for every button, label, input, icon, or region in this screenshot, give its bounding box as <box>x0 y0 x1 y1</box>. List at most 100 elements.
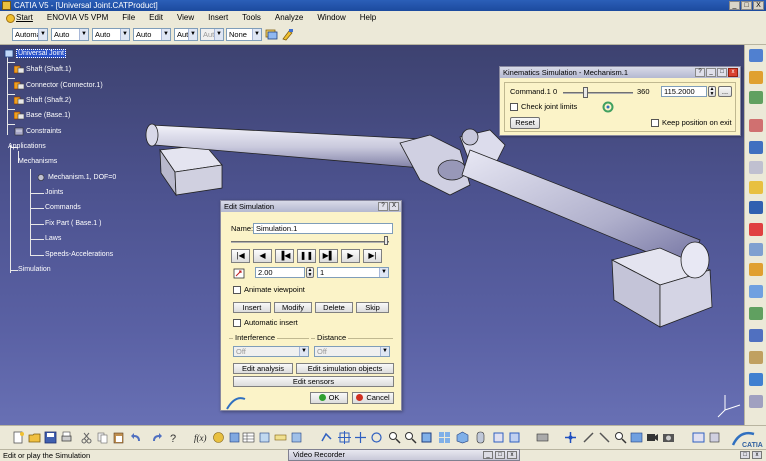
command-slider-track[interactable] <box>563 92 633 94</box>
toolbar-icon[interactable] <box>749 351 763 364</box>
tree-applications[interactable]: Applications <box>8 143 46 150</box>
redo-icon[interactable] <box>150 431 163 444</box>
toolbar-icon[interactable] <box>749 329 763 342</box>
toolbar-icon[interactable] <box>749 243 763 256</box>
print-icon[interactable] <box>60 431 73 444</box>
ok-button[interactable]: OK <box>310 392 348 404</box>
step-backward-button[interactable]: ▐◀ <box>275 249 294 263</box>
settings-icon[interactable] <box>708 431 721 444</box>
menu-edit[interactable]: Edit <box>142 11 170 24</box>
measure-icon[interactable] <box>274 431 287 444</box>
open-icon[interactable] <box>28 431 41 444</box>
command-slider-thumb[interactable] <box>583 87 589 98</box>
timeline-slider[interactable] <box>231 241 389 243</box>
tree-part-shaft-2[interactable]: Shaft (Shaft.2) <box>14 96 71 105</box>
toolbar-icon[interactable] <box>749 49 763 62</box>
play-forward-button[interactable]: ▶ <box>341 249 360 263</box>
toolbar-icon[interactable] <box>749 223 763 236</box>
menu-tools[interactable]: Tools <box>235 11 268 24</box>
toolbar-icon[interactable] <box>749 263 763 276</box>
compass-icon[interactable] <box>536 431 549 444</box>
video-icon[interactable] <box>646 431 659 444</box>
menu-analyze[interactable]: Analyze <box>268 11 310 24</box>
image-capture-icon[interactable] <box>630 431 643 444</box>
toolbar-icon[interactable] <box>749 141 763 154</box>
zoom-in-icon[interactable] <box>388 431 401 444</box>
menu-view[interactable]: View <box>170 11 201 24</box>
step-select[interactable]: 1 ▼ <box>317 267 389 278</box>
edit-simulation-objects-button[interactable]: Edit simulation objects <box>296 363 394 374</box>
toolbar-icon[interactable] <box>749 119 763 132</box>
cut-icon[interactable] <box>80 431 93 444</box>
restore-button[interactable]: □ <box>740 451 750 459</box>
menu-window[interactable]: Window <box>310 11 352 24</box>
tree-simulation[interactable]: Simulation <box>18 266 51 273</box>
step-forward-button[interactable]: ▶▌ <box>319 249 338 263</box>
timeline-thumb[interactable] <box>384 236 388 245</box>
fly-mode-icon[interactable] <box>320 431 333 444</box>
edit-analysis-button[interactable]: Edit analysis <box>233 363 293 374</box>
help-button[interactable]: ? <box>695 68 705 77</box>
tree-fix-part[interactable]: Fix Part ( Base.1 ) <box>45 220 101 227</box>
tree-speeds-accelerations[interactable]: Speeds-Accelerations <box>45 251 113 258</box>
color-combo[interactable]: Automa ▼ <box>12 28 48 41</box>
catalog-browser-icon[interactable] <box>692 431 705 444</box>
point-type-combo[interactable]: Aut ▼ <box>174 28 198 41</box>
close-button[interactable]: x <box>752 451 762 459</box>
paste-icon[interactable] <box>112 431 125 444</box>
copy-icon[interactable] <box>96 431 109 444</box>
rotate-icon[interactable] <box>370 431 383 444</box>
multi-view-icon[interactable] <box>438 431 451 444</box>
value-spinner[interactable]: ▲ ▼ <box>708 86 716 97</box>
automatic-insert-checkbox[interactable] <box>233 319 241 327</box>
tree-joints[interactable]: Joints <box>45 189 63 196</box>
help-button[interactable]: ? <box>378 202 388 211</box>
step-spinner[interactable]: ▲ ▼ <box>306 267 314 278</box>
minimize-button[interactable]: _ <box>706 68 716 77</box>
tree-part-connector-1[interactable]: Connector (Connector.1) <box>14 81 103 90</box>
tree-root[interactable]: Universal Joint <box>4 49 66 58</box>
dof-icon[interactable] <box>598 431 611 444</box>
painter-icon[interactable] <box>281 28 294 41</box>
catia-app-icon[interactable] <box>2 1 11 10</box>
inspect-icon[interactable] <box>614 431 627 444</box>
tree-part-shaft-1[interactable]: Shaft (Shaft.1) <box>14 65 71 74</box>
normal-view-icon[interactable] <box>420 431 433 444</box>
layers-icon[interactable] <box>265 28 278 41</box>
tree-part-base-1[interactable]: Base (Base.1) <box>14 111 70 120</box>
check-joint-limits-checkbox[interactable] <box>510 103 518 111</box>
cancel-button[interactable]: Cancel <box>352 392 394 404</box>
tree-mechanisms[interactable]: Mechanisms <box>18 158 57 165</box>
toolbar-icon[interactable] <box>749 91 763 104</box>
tree-constraints[interactable]: Constraints <box>14 127 61 136</box>
new-icon[interactable] <box>12 431 25 444</box>
knowledge-icon[interactable] <box>212 431 225 444</box>
minimize-button[interactable]: _ <box>483 451 493 459</box>
close-button[interactable]: x <box>728 68 738 77</box>
whats-this-icon[interactable]: ? <box>168 431 181 444</box>
toolbar-icon[interactable] <box>749 307 763 320</box>
line-type-combo[interactable]: Auto ▼ <box>133 28 171 41</box>
insert-button[interactable]: Insert <box>233 302 271 313</box>
swap-visible-space-icon[interactable] <box>508 431 521 444</box>
toolbar-icon[interactable] <box>749 201 763 214</box>
tree-mechanism-1[interactable]: Mechanism.1, DOF=0 <box>36 173 116 182</box>
menu-insert[interactable]: Insert <box>201 11 235 24</box>
jump-to-end-button[interactable]: ▶| <box>363 249 382 263</box>
video-recorder-window[interactable]: Video Recorder _ □ x <box>288 449 520 461</box>
zoom-out-icon[interactable] <box>404 431 417 444</box>
fit-all-icon[interactable] <box>338 431 351 444</box>
menu-file[interactable]: File <box>115 11 142 24</box>
menu-start[interactable]: Start <box>4 11 40 24</box>
shading-icon[interactable] <box>474 431 487 444</box>
undo-icon[interactable] <box>130 431 143 444</box>
table-icon[interactable] <box>242 431 255 444</box>
keep-position-checkbox[interactable] <box>651 119 659 127</box>
iso-view-icon[interactable] <box>456 431 469 444</box>
minimize-button[interactable]: _ <box>729 1 740 10</box>
modify-button[interactable]: Modify <box>274 302 312 313</box>
maximize-button[interactable]: □ <box>495 451 505 459</box>
catalog-icon[interactable] <box>228 431 241 444</box>
toolbar-icon[interactable] <box>749 71 763 84</box>
toolbar-icon[interactable] <box>749 161 763 174</box>
